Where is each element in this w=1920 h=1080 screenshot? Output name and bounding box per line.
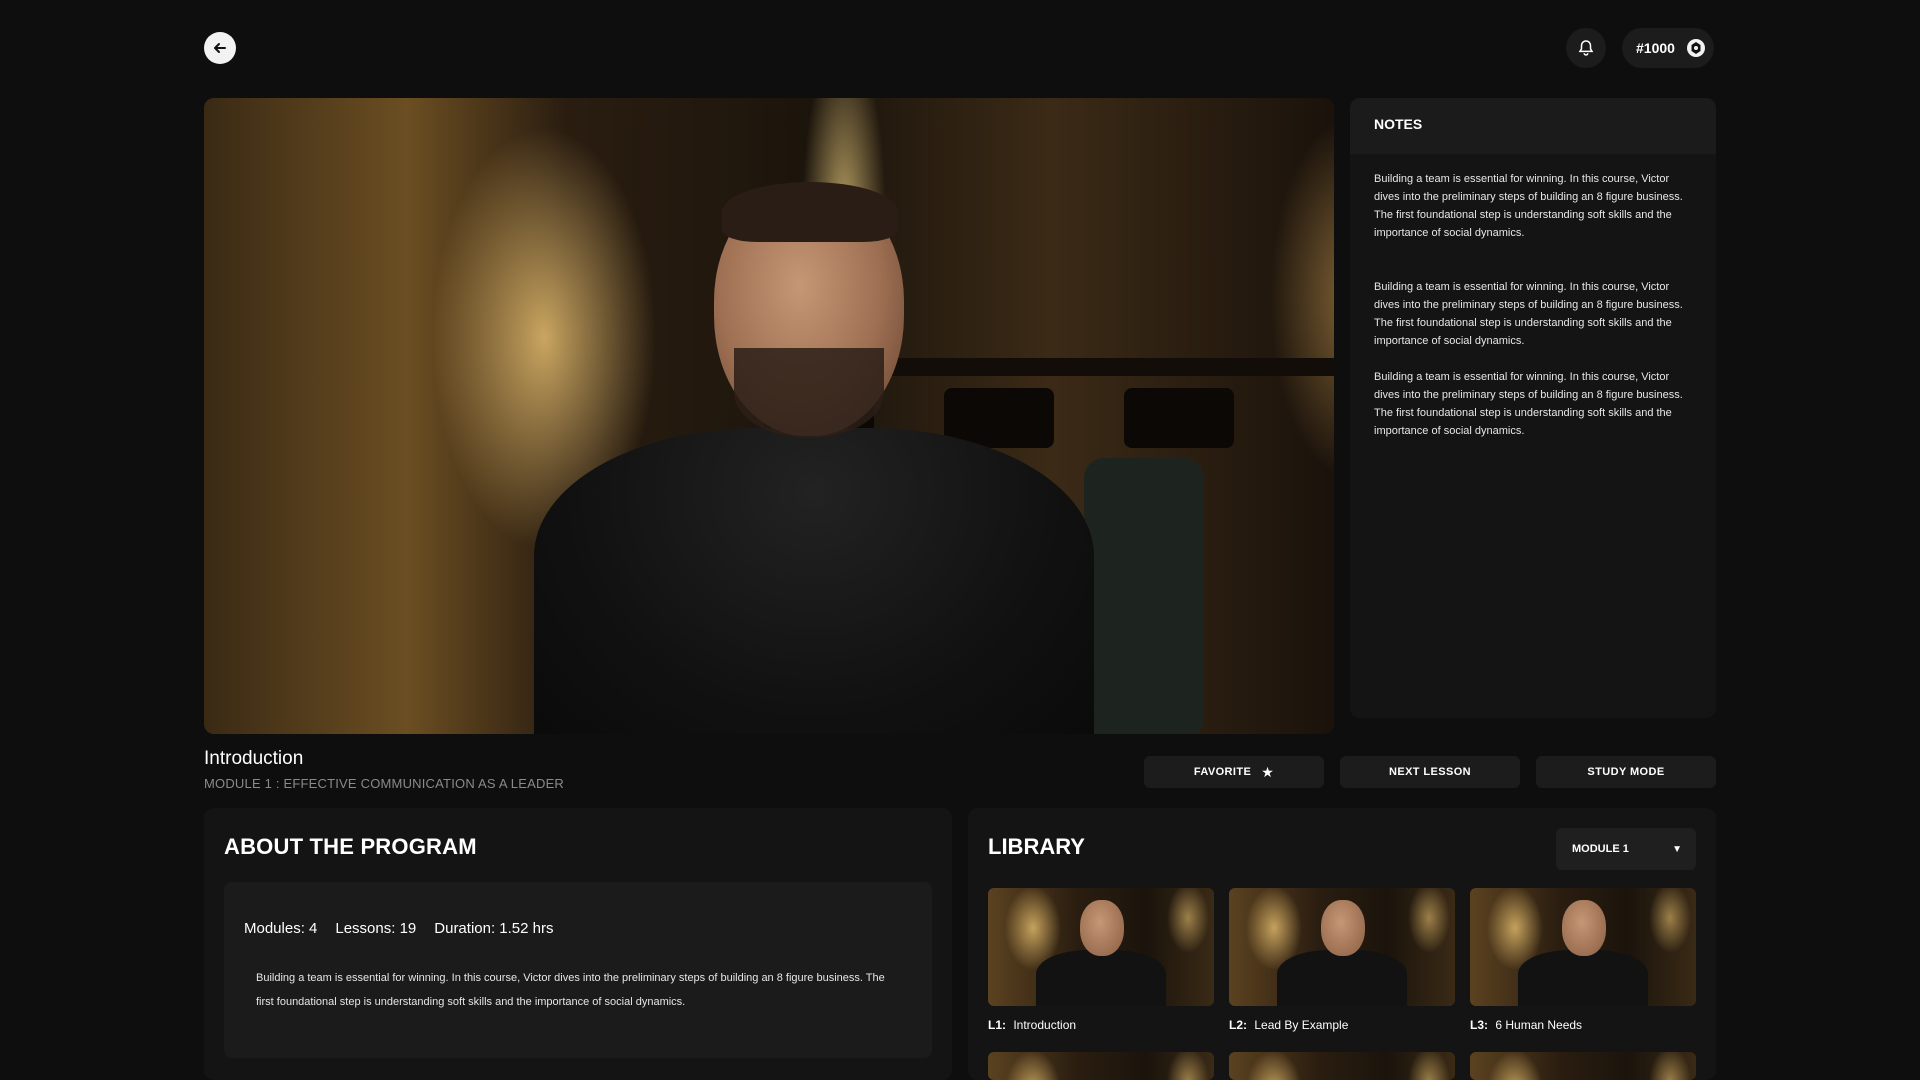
next-lesson-label: NEXT LESSON: [1388, 766, 1472, 778]
video-presenter-hair: [722, 182, 898, 242]
chevron-down-icon: ▼: [1672, 844, 1682, 855]
favorite-label: FAVORITE: [1193, 766, 1252, 778]
lesson-title: Introduction: [204, 748, 304, 769]
notes-paragraph: Building a team is essential for winning…: [1374, 371, 1683, 437]
about-program-panel: ABOUT THE PROGRAM Modules: 4 Lessons: 19…: [204, 808, 952, 1080]
notes-panel: NOTES Building a team is essential for w…: [1350, 98, 1716, 718]
library-title: LIBRARY: [988, 834, 1085, 859]
about-title: ABOUT THE PROGRAM: [224, 834, 477, 859]
video-presenter-body: [534, 428, 1094, 734]
lesson-thumbnail[interactable]: [1229, 888, 1455, 1006]
video-player[interactable]: [204, 98, 1334, 734]
rank-value: #1000: [1636, 40, 1675, 56]
thumbnail-presenter-body: [1036, 950, 1166, 1006]
thumbnail-presenter-body: [1518, 950, 1648, 1006]
modules-count: Modules: 4: [244, 920, 318, 937]
lesson-label[interactable]: L2: Lead By Example: [1229, 1018, 1348, 1032]
next-lesson-button[interactable]: NEXT LESSON: [1340, 756, 1520, 788]
thumbnail-presenter-body: [1277, 950, 1407, 1006]
lesson-thumbnail[interactable]: [1470, 1052, 1696, 1080]
video-presenter-beard: [734, 348, 884, 438]
lesson-code: L1:: [988, 1018, 1006, 1032]
module-dropdown-value: MODULE 1: [1572, 843, 1629, 855]
lesson-thumbnail[interactable]: [1229, 1052, 1455, 1080]
about-card: Modules: 4 Lessons: 19 Duration: 1.52 hr…: [224, 882, 932, 1058]
favorite-button[interactable]: FAVORITE ★: [1144, 756, 1324, 788]
star-icon: ★: [1261, 763, 1275, 780]
thumbnail-presenter-head: [1321, 900, 1365, 956]
module-subtitle: MODULE 1 : EFFECTIVE COMMUNICATION AS A …: [204, 776, 565, 791]
lesson-name: 6 Human Needs: [1495, 1018, 1583, 1032]
lesson-label[interactable]: L1: Introduction: [988, 1018, 1076, 1032]
notes-paragraph: Building a team is essential for winning…: [1374, 173, 1683, 239]
bell-icon: [1578, 40, 1594, 56]
lesson-thumbnail[interactable]: [988, 888, 1214, 1006]
program-stats: Modules: 4 Lessons: 19 Duration: 1.52 hr…: [244, 920, 554, 937]
lesson-code: L2:: [1229, 1018, 1247, 1032]
lesson-code: L3:: [1470, 1018, 1488, 1032]
lesson-label[interactable]: L3: 6 Human Needs: [1470, 1018, 1582, 1032]
lesson-thumbnail[interactable]: [1470, 888, 1696, 1006]
video-scene-chair: [1084, 458, 1204, 734]
study-mode-button[interactable]: STUDY MODE: [1536, 756, 1716, 788]
lesson-thumbnail[interactable]: [988, 1052, 1214, 1080]
top-bar: #1000: [0, 0, 1920, 96]
module-dropdown[interactable]: MODULE 1 ▼: [1556, 828, 1696, 870]
video-scene-stool: [1124, 388, 1234, 448]
program-description: Building a team is essential for winning…: [256, 972, 885, 1008]
study-mode-label: STUDY MODE: [1587, 766, 1665, 778]
notifications-button[interactable]: [1566, 28, 1606, 68]
notes-paragraph: Building a team is essential for winning…: [1374, 281, 1683, 347]
arrow-left-icon: [214, 43, 226, 53]
lesson-name: Lead By Example: [1254, 1018, 1349, 1032]
lesson-name: Introduction: [1013, 1018, 1077, 1032]
thumbnail-presenter-head: [1080, 900, 1124, 956]
library-panel: LIBRARY MODULE 1 ▼ L1: Introduction L2: …: [968, 808, 1716, 1080]
lessons-count: Lessons: 19: [335, 920, 417, 937]
rank-badge[interactable]: #1000: [1622, 28, 1714, 68]
notes-title: NOTES: [1350, 98, 1716, 154]
badge-icon: [1687, 39, 1705, 57]
thumbnail-presenter-head: [1562, 900, 1606, 956]
back-button[interactable]: [204, 32, 236, 64]
duration: Duration: 1.52 hrs: [434, 920, 554, 937]
